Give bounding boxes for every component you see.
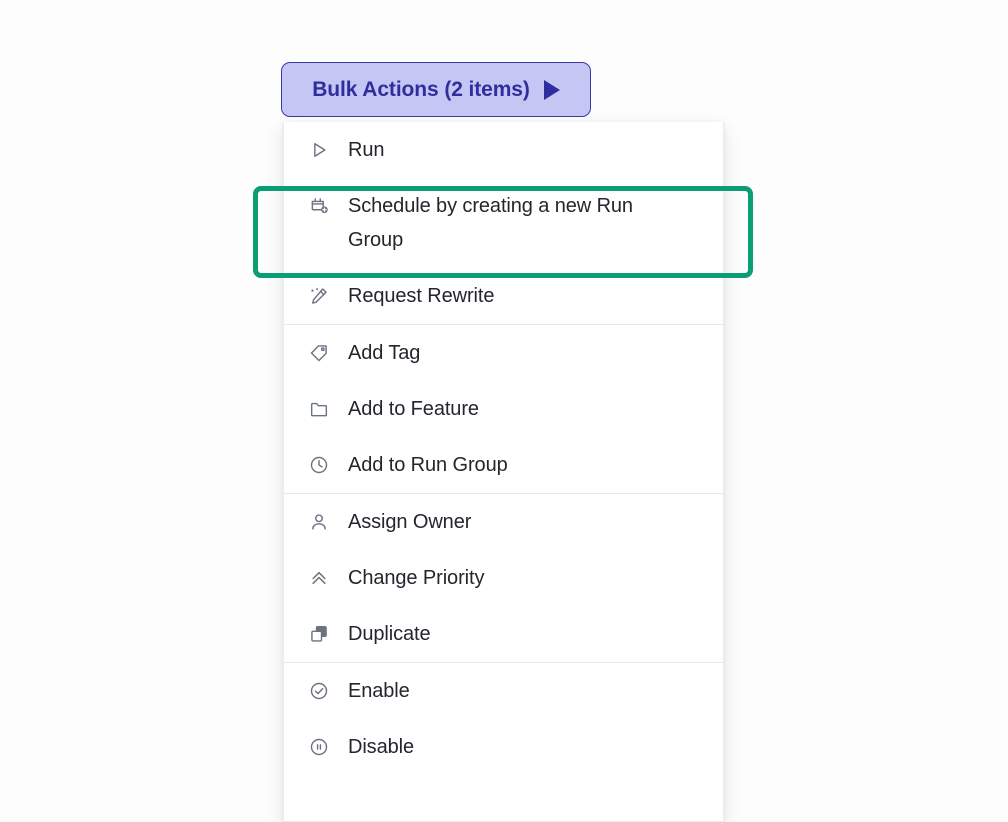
bulk-actions-label: Bulk Actions (2 items) bbox=[312, 77, 530, 101]
clock-icon bbox=[309, 437, 329, 493]
pause-circle-icon bbox=[309, 719, 329, 775]
menu-item-run[interactable]: Run bbox=[284, 122, 723, 178]
menu-group-state-actions: Enable Disable bbox=[284, 662, 723, 775]
menu-item-label: Enable bbox=[348, 680, 410, 702]
menu-item-disable[interactable]: Disable bbox=[284, 719, 723, 775]
user-icon bbox=[309, 494, 329, 550]
menu-item-duplicate[interactable]: Duplicate bbox=[284, 606, 723, 662]
caret-right-icon bbox=[543, 79, 560, 100]
folder-icon bbox=[309, 381, 329, 437]
menu-item-label: Add to Feature bbox=[348, 398, 479, 420]
copy-icon bbox=[309, 606, 329, 662]
magic-pencil-icon bbox=[309, 268, 329, 324]
menu-item-add-tag[interactable]: Add Tag bbox=[284, 325, 723, 381]
bulk-actions-menu: Run Schedule by creating a new Run Group bbox=[283, 122, 724, 822]
menu-group-primary-actions: Run Schedule by creating a new Run Group bbox=[284, 122, 723, 324]
menu-item-label: Add Tag bbox=[348, 342, 421, 364]
menu-item-label: Request Rewrite bbox=[348, 285, 495, 307]
chevrons-up-icon bbox=[309, 550, 329, 606]
menu-item-label: Duplicate bbox=[348, 623, 431, 645]
tag-icon bbox=[309, 325, 329, 381]
menu-group-metadata-actions: Assign Owner Change Priority Duplicate bbox=[284, 493, 723, 662]
menu-item-label: Disable bbox=[348, 736, 414, 758]
menu-item-schedule-by-creating-a-new-run-group[interactable]: Schedule by creating a new Run Group bbox=[284, 178, 723, 268]
menu-item-label: Run bbox=[348, 139, 385, 161]
menu-item-assign-owner[interactable]: Assign Owner bbox=[284, 494, 723, 550]
menu-item-enable[interactable]: Enable bbox=[284, 663, 723, 719]
menu-item-request-rewrite[interactable]: Request Rewrite bbox=[284, 268, 723, 324]
menu-item-label: Add to Run Group bbox=[348, 454, 508, 476]
bulk-actions-button[interactable]: Bulk Actions (2 items) bbox=[281, 62, 591, 117]
menu-item-label: Schedule by creating a new Run Group bbox=[348, 195, 633, 251]
menu-item-change-priority[interactable]: Change Priority bbox=[284, 550, 723, 606]
menu-item-label: Change Priority bbox=[348, 567, 485, 589]
check-circle-icon bbox=[309, 663, 329, 719]
menu-item-add-to-feature[interactable]: Add to Feature bbox=[284, 381, 723, 437]
menu-item-add-to-run-group[interactable]: Add to Run Group bbox=[284, 437, 723, 493]
menu-item-label: Assign Owner bbox=[348, 511, 472, 533]
play-outline-icon bbox=[309, 122, 329, 178]
menu-group-organize-actions: Add Tag Add to Feature Add to Run Group bbox=[284, 324, 723, 493]
calendar-plus-icon bbox=[309, 178, 329, 234]
